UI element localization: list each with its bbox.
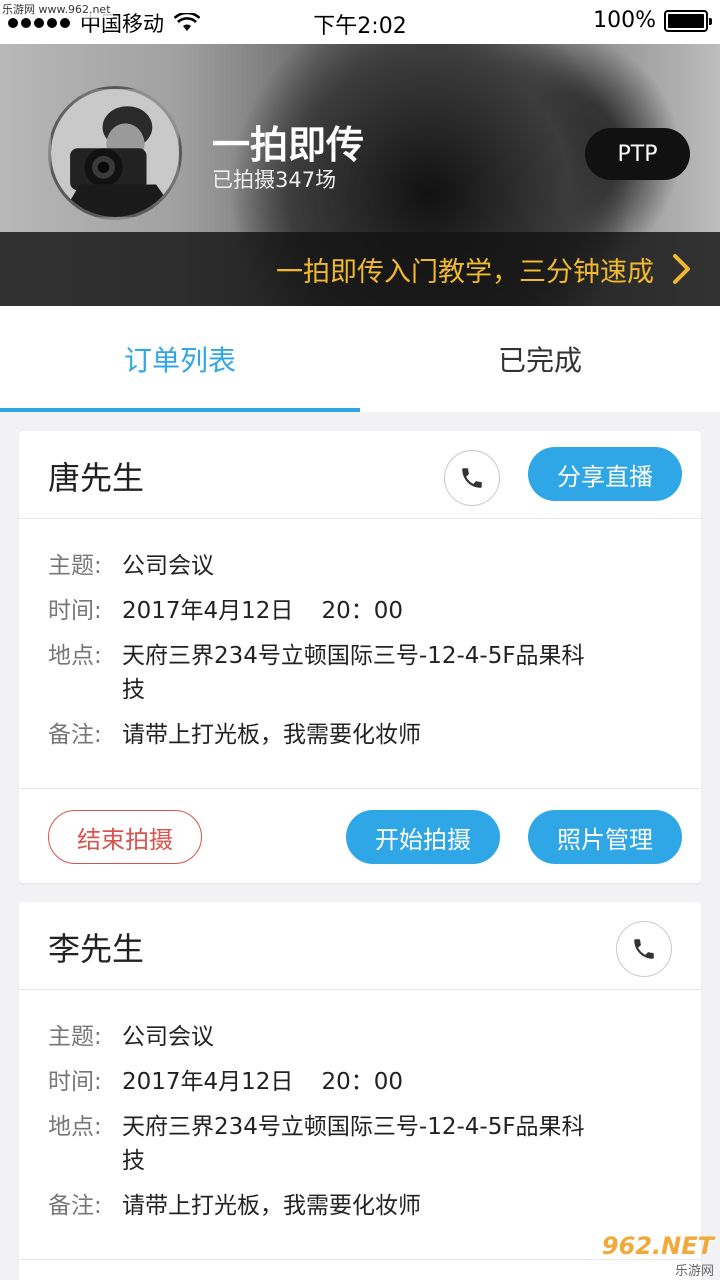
start-shoot-button[interactable]: 开始拍摄 [346, 810, 500, 864]
note-row: 备注: 请带上打光板，我需要化妆师 [48, 1189, 672, 1223]
customer-name: 李先生 [48, 930, 145, 968]
ptp-button[interactable]: PTP [585, 128, 690, 180]
time-value: 2017年4月12日 20：00 [122, 594, 592, 628]
time-label: 时间: [48, 1069, 102, 1095]
phone-icon [634, 939, 654, 959]
subject-label: 主题: [48, 1024, 102, 1050]
subject-value: 公司会议 [122, 1024, 214, 1050]
shoot-count: 已拍摄347场 [212, 168, 337, 192]
order-details: 主题: 公司会议 时间: 2017年4月12日 20：00 地点: 天府三界234… [19, 990, 701, 1260]
order-actions: 结束拍摄 开始拍摄 照片管理 [19, 789, 701, 883]
subject-value: 公司会议 [122, 553, 214, 579]
app-title: 一拍即传 [212, 123, 365, 167]
time-value: 2017年4月12日 20：00 [122, 1065, 592, 1099]
place-row: 地点: 天府三界234号立顿国际三号-12-4-5F品果科技 [48, 639, 672, 707]
note-row: 备注: 请带上打光板，我需要化妆师 [48, 718, 672, 752]
place-label: 地点: [48, 1114, 102, 1140]
place-value: 天府三界234号立顿国际三号-12-4-5F品果科技 [122, 643, 585, 703]
note-label: 备注: [48, 1193, 102, 1219]
place-row: 地点: 天府三界234号立顿国际三号-12-4-5F品果科技 [48, 1110, 672, 1178]
subject-row: 主题: 公司会议 [48, 1020, 672, 1054]
tutorial-text: 一拍即传入门教学，三分钟速成 [276, 256, 654, 288]
subject-row: 主题: 公司会议 [48, 549, 672, 583]
photographer-avatar-icon [51, 89, 179, 217]
clock-value: 20：00 [321, 598, 403, 624]
subject-label: 主题: [48, 553, 102, 579]
order-card-header: 李先生 [19, 902, 701, 990]
place-value: 天府三界234号立顿国际三号-12-4-5F品果科技 [122, 1114, 585, 1174]
date-value: 2017年4月12日 [122, 1069, 294, 1095]
watermark-logo: 962.NET [601, 1231, 714, 1260]
phone-icon [462, 468, 482, 488]
tutorial-banner[interactable]: 一拍即传入门教学，三分钟速成 [0, 232, 720, 306]
order-card: 唐先生 分享直播 主题: 公司会议 时间: 2017年4月12日 20：00 地点… [19, 431, 701, 883]
profile-header: 一拍即传 已拍摄347场 PTP 一拍即传入门教学，三分钟速成 [0, 44, 720, 306]
customer-name: 唐先生 [48, 459, 145, 497]
order-tabs: 订单列表 已完成 [0, 306, 720, 412]
watermark-bottom-right: 962.NET 乐游网 [574, 1231, 714, 1279]
battery-percent: 100% [593, 8, 656, 33]
order-details: 主题: 公司会议 时间: 2017年4月12日 20：00 地点: 天府三界234… [19, 519, 701, 789]
clock-value: 20：00 [321, 1069, 403, 1095]
status-right: 100% [593, 8, 712, 33]
note-value: 请带上打光板，我需要化妆师 [122, 1193, 421, 1219]
place-label: 地点: [48, 643, 102, 669]
end-shoot-button[interactable]: 结束拍摄 [48, 810, 202, 864]
note-label: 备注: [48, 722, 102, 748]
watermark-sub: 乐游网 [674, 1263, 714, 1279]
tab-completed[interactable]: 已完成 [360, 306, 720, 412]
call-button[interactable] [616, 921, 672, 977]
call-button[interactable] [444, 450, 500, 506]
photo-management-button[interactable]: 照片管理 [528, 810, 682, 864]
order-card-header: 唐先生 分享直播 [19, 431, 701, 519]
time-row: 时间: 2017年4月12日 20：00 [48, 594, 672, 628]
note-value: 请带上打光板，我需要化妆师 [122, 722, 421, 748]
tab-order-list[interactable]: 订单列表 [0, 306, 360, 412]
share-live-button[interactable]: 分享直播 [528, 447, 682, 501]
battery-icon [664, 9, 712, 32]
date-value: 2017年4月12日 [122, 598, 294, 624]
chevron-right-icon [673, 254, 690, 284]
order-card: 李先生 主题: 公司会议 时间: 2017年4月12日 20：00 地点: 天府三… [19, 902, 701, 1280]
time-row: 时间: 2017年4月12日 20：00 [48, 1065, 672, 1099]
watermark-top-left: 乐游网 www.962.net [0, 0, 113, 18]
time-label: 时间: [48, 598, 102, 624]
avatar[interactable] [48, 86, 182, 220]
